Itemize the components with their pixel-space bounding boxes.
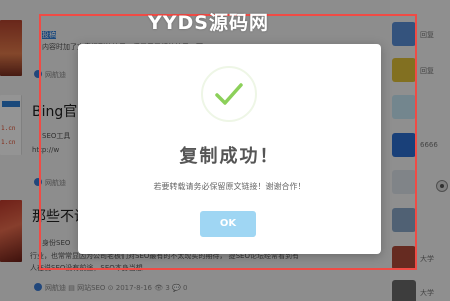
ok-button[interactable]: OK xyxy=(200,211,256,237)
watermark-logo: YYDS源码网 xyxy=(148,12,269,34)
dialog-message: 若要转载请务必保留原文链接！谢谢合作！ xyxy=(153,182,306,191)
check-icon xyxy=(215,83,243,105)
dialog-title: 复制成功！ xyxy=(179,146,280,167)
success-icon-circle xyxy=(201,66,257,122)
copy-success-dialog: 复制成功！ 若要转载请务必保留原文链接！谢谢合作！ OK xyxy=(78,44,381,254)
